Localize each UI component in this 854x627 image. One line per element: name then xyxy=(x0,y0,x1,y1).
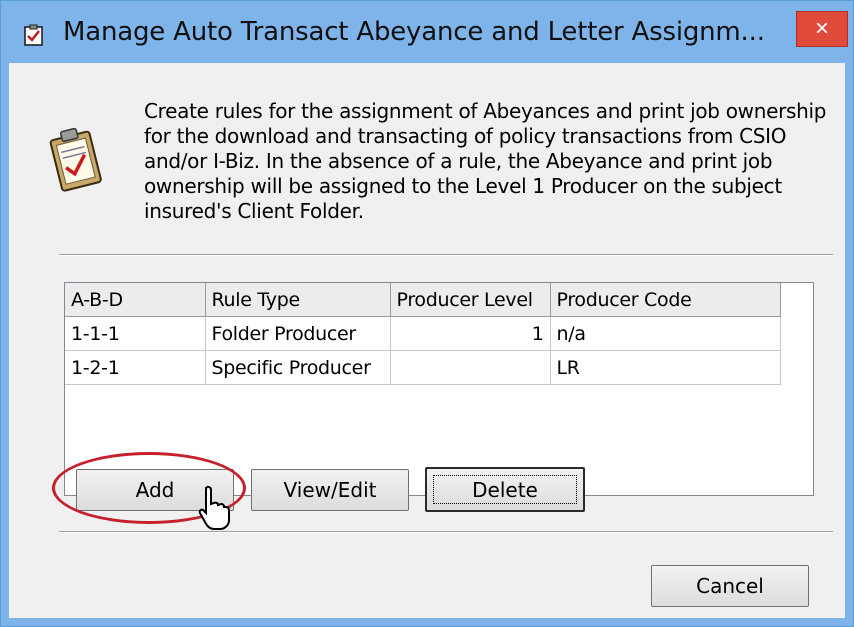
view-edit-button-label: View/Edit xyxy=(283,478,377,502)
table-row[interactable]: 1-2-1 Specific Producer LR xyxy=(65,350,781,385)
cancel-button-label: Cancel xyxy=(696,574,764,598)
description-text: Create rules for the assignment of Abeya… xyxy=(144,99,827,223)
window-title: Manage Auto Transact Abeyance and Letter… xyxy=(63,17,765,47)
column-header-rule-type[interactable]: Rule Type xyxy=(205,283,391,317)
column-header-abd[interactable]: A-B-D xyxy=(65,283,206,317)
clipboard-icon xyxy=(49,127,102,192)
close-button[interactable]: × xyxy=(796,11,848,47)
cell-rule-type: Specific Producer xyxy=(205,350,391,385)
focus-rectangle: Delete xyxy=(433,475,577,504)
grid-header-row: A-B-D Rule Type Producer Level Producer … xyxy=(65,283,781,317)
cell-producer-level: 1 xyxy=(390,316,551,351)
table-row[interactable]: 1-1-1 Folder Producer 1 n/a xyxy=(65,316,781,351)
cell-abd: 1-1-1 xyxy=(65,316,206,351)
column-header-producer-level[interactable]: Producer Level xyxy=(390,283,551,317)
view-edit-button[interactable]: View/Edit xyxy=(251,469,409,511)
title-bar[interactable]: Manage Auto Transact Abeyance and Letter… xyxy=(1,1,853,63)
delete-button-label: Delete xyxy=(472,478,538,502)
separator-top xyxy=(59,254,833,256)
column-header-producer-code[interactable]: Producer Code xyxy=(550,283,781,317)
separator-bottom xyxy=(59,531,833,533)
cell-producer-level xyxy=(390,350,551,385)
mouse-pointer-icon xyxy=(198,485,230,530)
delete-button[interactable]: Delete xyxy=(425,467,585,512)
cell-abd: 1-2-1 xyxy=(65,350,206,385)
rules-grid[interactable]: A-B-D Rule Type Producer Level Producer … xyxy=(64,282,814,496)
dialog-window: Manage Auto Transact Abeyance and Letter… xyxy=(0,0,854,627)
checklist-icon xyxy=(24,24,43,46)
close-icon: × xyxy=(814,15,829,42)
cancel-button[interactable]: Cancel xyxy=(651,565,809,607)
cell-rule-type: Folder Producer xyxy=(205,316,391,351)
cell-producer-code: n/a xyxy=(550,316,781,351)
add-button-label: Add xyxy=(135,478,175,502)
cell-producer-code: LR xyxy=(550,350,781,385)
